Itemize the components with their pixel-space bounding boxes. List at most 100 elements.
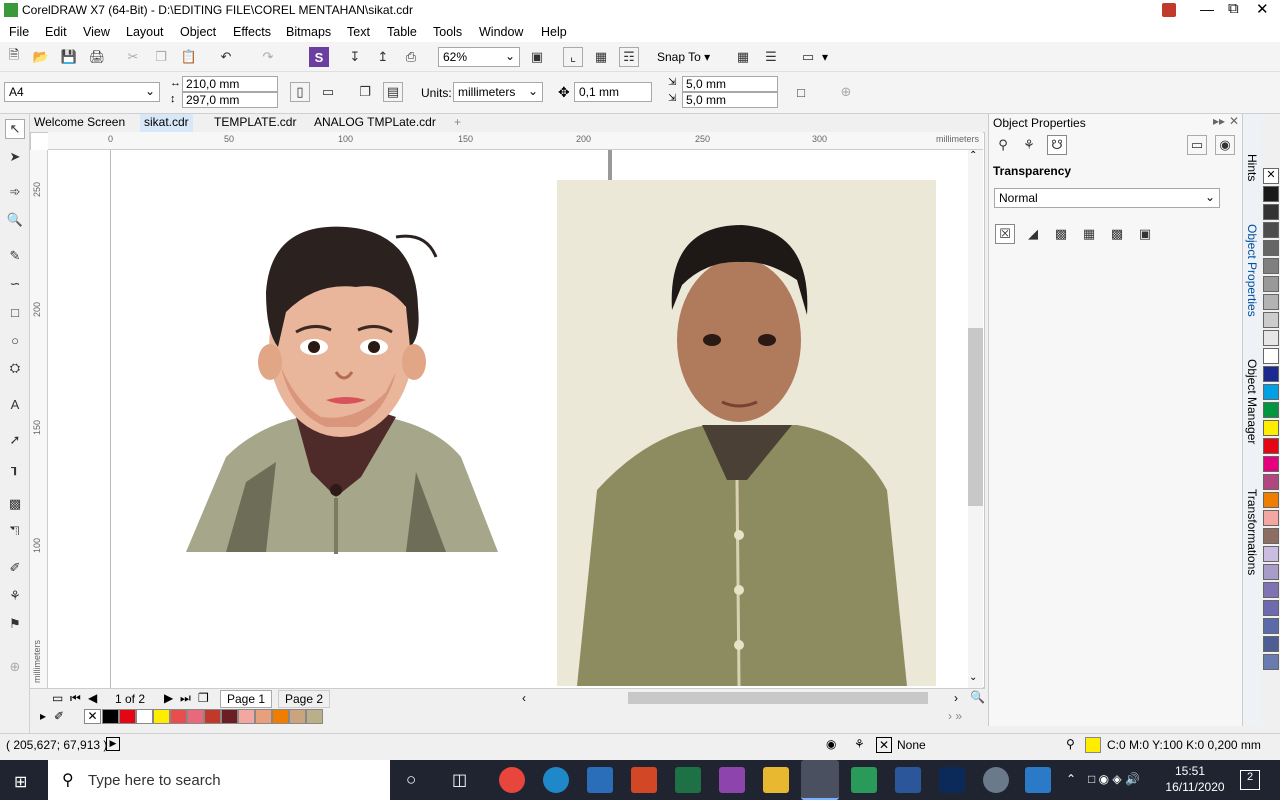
redo-icon[interactable]: ↷ xyxy=(258,47,278,67)
color-swatch[interactable] xyxy=(153,709,170,724)
polygon-tool-icon[interactable]: ⛭ xyxy=(5,358,25,378)
color-swatch[interactable] xyxy=(272,709,289,724)
fill-edit-icon[interactable]: ◉ xyxy=(826,737,836,751)
color-swatch[interactable] xyxy=(1263,330,1279,346)
transparency-tool-icon[interactable]: ⛠ xyxy=(5,522,25,542)
connector-tool-icon[interactable]: ┒ xyxy=(5,458,25,478)
clock-date[interactable]: 16/11/2020 xyxy=(1160,780,1230,794)
eyedropper-icon[interactable]: ✐ xyxy=(5,558,25,578)
menu-view[interactable]: View xyxy=(83,25,110,39)
undo-icon[interactable]: ↶ xyxy=(216,47,236,67)
notification-center-icon[interactable]: 2 xyxy=(1240,770,1260,790)
scroll-right-icon[interactable]: › xyxy=(954,691,958,705)
tab-sikat[interactable]: sikat.cdr xyxy=(140,114,193,132)
full-screen-icon[interactable]: ▣ xyxy=(527,47,547,67)
restore-button[interactable]: ⧉ xyxy=(1228,0,1239,17)
no-color-swatch[interactable]: ✕ xyxy=(1263,168,1279,184)
ellipse-tool-icon[interactable]: ○ xyxy=(5,330,25,350)
color-swatch[interactable] xyxy=(1263,546,1279,562)
horizontal-ruler[interactable]: 0 50 100 150 200 250 300 millimeters xyxy=(48,132,983,150)
tab-analog-template[interactable]: ANALOG TMPLate.cdr xyxy=(310,114,440,132)
drop-shadow-icon[interactable]: ▩ xyxy=(5,494,25,514)
publish-pdf-icon[interactable]: ⎙ xyxy=(401,47,421,67)
color-swatch[interactable] xyxy=(1263,654,1279,670)
application-launcher-icon[interactable]: ▦ xyxy=(733,47,753,67)
color-swatch[interactable] xyxy=(255,709,272,724)
treat-as-filled-icon[interactable]: □ xyxy=(791,82,811,102)
color-swatch[interactable] xyxy=(289,709,306,724)
close-button[interactable]: ✕ xyxy=(1256,0,1269,18)
tab-welcome-screen[interactable]: Welcome Screen xyxy=(30,114,129,132)
shape-tool-icon[interactable]: ➤ xyxy=(5,147,25,167)
next-page-icon[interactable]: ▶ xyxy=(164,691,173,705)
text-tool-icon[interactable]: A xyxy=(5,394,25,414)
last-page-icon[interactable]: ⏭ xyxy=(180,691,191,706)
open-icon[interactable]: 📂 xyxy=(31,47,51,67)
duplicate-y-field[interactable]: 5,0 mm xyxy=(682,92,778,108)
menu-help[interactable]: Help xyxy=(541,25,567,39)
color-swatch[interactable] xyxy=(1263,438,1279,454)
color-swatch[interactable] xyxy=(204,709,221,724)
photoshop-icon[interactable] xyxy=(939,767,965,793)
color-swatch[interactable] xyxy=(1263,348,1279,364)
launch-dropdown-icon[interactable]: ▾ xyxy=(822,50,828,64)
color-swatch[interactable] xyxy=(1263,636,1279,652)
outline-pen-icon[interactable]: ⚲ xyxy=(1066,737,1075,751)
menu-effects[interactable]: Effects xyxy=(233,25,271,39)
rectangle-tool-icon[interactable]: □ xyxy=(5,302,25,322)
add-icon[interactable]: ⊕ xyxy=(836,82,856,102)
edge-icon[interactable] xyxy=(543,767,569,793)
transparency-icon[interactable]: ☋ xyxy=(1047,135,1067,155)
scroll-thumb[interactable] xyxy=(968,328,983,506)
windows-start-icon[interactable]: ⊞ xyxy=(14,772,27,792)
docker-close-icon[interactable]: ✕ xyxy=(1229,114,1239,128)
guideline[interactable] xyxy=(608,150,612,180)
tab-hints[interactable]: Hints xyxy=(1245,154,1259,181)
save-icon[interactable]: 💾 xyxy=(59,47,79,67)
color-swatch[interactable] xyxy=(1263,492,1279,508)
color-swatch[interactable] xyxy=(102,709,119,724)
menu-file[interactable]: File xyxy=(9,25,29,39)
eyedropper-icon[interactable]: ✐ xyxy=(54,709,64,723)
show-rulers-icon[interactable]: ⌞ xyxy=(563,47,583,67)
taskbar-search-box[interactable]: ⚲ Type here to search xyxy=(48,760,390,800)
color-swatch[interactable] xyxy=(136,709,153,724)
color-swatch[interactable] xyxy=(306,709,323,724)
zoom-level-dropdown[interactable]: 62% ⌄ xyxy=(438,47,520,67)
page-width-field[interactable]: 210,0 mm xyxy=(182,76,278,92)
palette-scroll-icon[interactable]: › » xyxy=(948,709,962,723)
freehand-tool-icon[interactable]: ✎ xyxy=(5,246,25,266)
print-icon[interactable]: 🖨 xyxy=(87,47,107,67)
tab-page-2[interactable]: Page 2 xyxy=(278,690,331,708)
color-swatch[interactable] xyxy=(1263,240,1279,256)
vector-pattern-transparency-icon[interactable]: ▦ xyxy=(1079,224,1099,244)
pick-tool-icon[interactable]: ↖ xyxy=(5,119,25,139)
new-tab-icon[interactable]: + xyxy=(450,114,465,132)
no-color-swatch[interactable]: ✕ xyxy=(84,709,101,724)
new-document-icon[interactable]: 🗎 xyxy=(4,47,24,67)
file-explorer-icon[interactable] xyxy=(763,767,789,793)
crop-tool-icon[interactable]: ➾ xyxy=(5,182,25,202)
menu-tools[interactable]: Tools xyxy=(433,25,462,39)
current-page-icon[interactable]: ▤ xyxy=(383,82,403,102)
fill-icon[interactable]: ⚘ xyxy=(1019,135,1039,155)
photos-icon[interactable] xyxy=(1025,767,1051,793)
color-swatch[interactable] xyxy=(1263,528,1279,544)
add-page-icon[interactable]: ❐ xyxy=(198,691,209,705)
palette-menu-icon[interactable]: ▸ xyxy=(40,709,46,723)
color-swatch[interactable] xyxy=(1263,384,1279,400)
color-swatch[interactable] xyxy=(1263,564,1279,580)
powerpoint-icon[interactable] xyxy=(631,767,657,793)
color-swatch[interactable] xyxy=(1263,474,1279,490)
zoom-tool-icon[interactable]: 🔍 xyxy=(5,210,25,230)
color-swatch[interactable] xyxy=(1263,366,1279,382)
color-swatch[interactable] xyxy=(1263,456,1279,472)
cut-icon[interactable]: ✂ xyxy=(123,47,143,67)
portrait-icon[interactable]: ▯ xyxy=(290,82,310,102)
nudge-distance-field[interactable]: 0,1 mm xyxy=(574,82,652,102)
copy-icon[interactable]: ❐ xyxy=(151,47,171,67)
task-view-icon[interactable]: ◫ xyxy=(452,770,467,790)
page-height-field[interactable]: 297,0 mm xyxy=(182,92,278,108)
landscape-icon[interactable]: ▭ xyxy=(318,82,338,102)
drawing-page[interactable] xyxy=(48,150,968,688)
